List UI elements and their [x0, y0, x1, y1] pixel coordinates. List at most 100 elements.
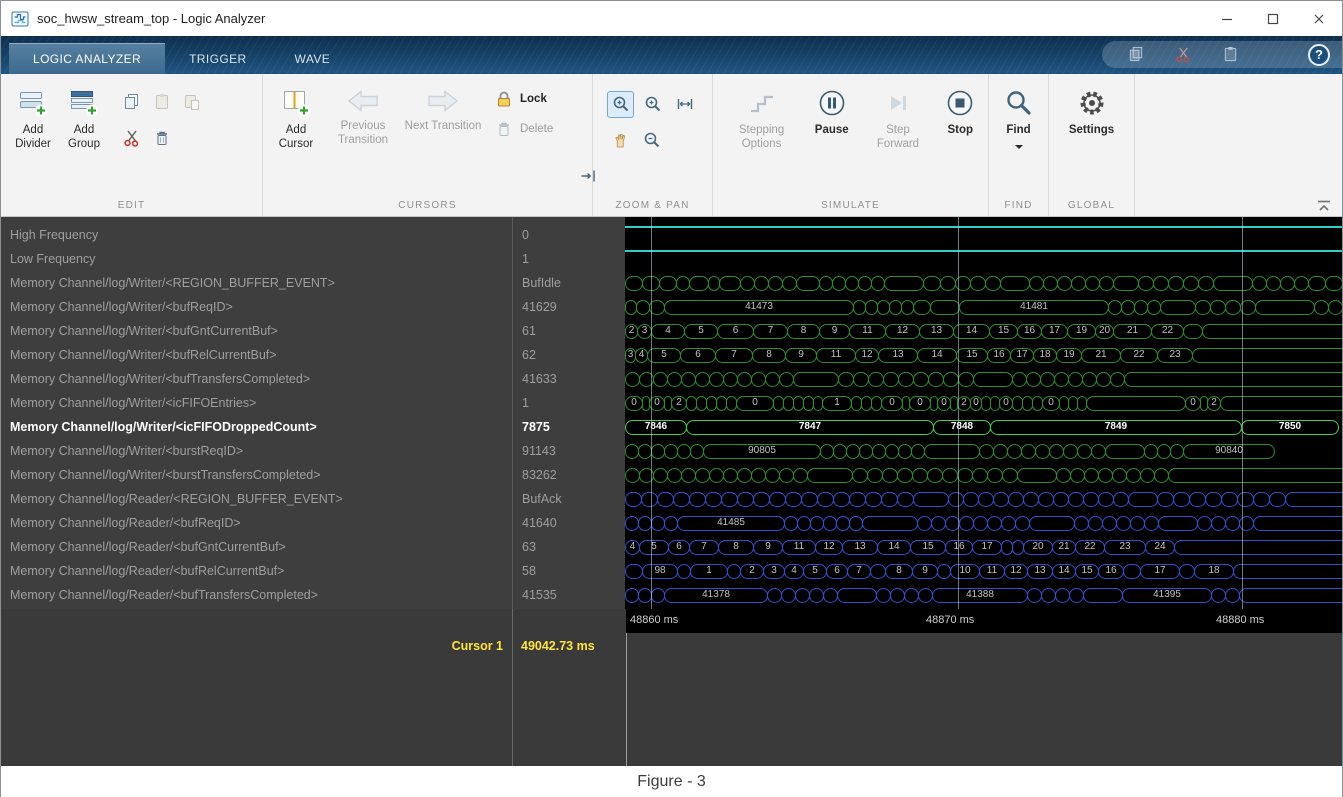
add-group-label: Add Group: [59, 124, 109, 152]
wave-row: 4147341481: [625, 295, 1342, 319]
tab-trigger[interactable]: TRIGGER: [165, 43, 270, 74]
cut-button[interactable]: [123, 129, 141, 147]
signal-name[interactable]: Low Frequency: [1, 247, 512, 271]
find-button[interactable]: Find: [996, 84, 1042, 153]
pause-button[interactable]: Pause: [806, 84, 857, 138]
bus-segment: [737, 372, 752, 387]
minimize-button[interactable]: [1204, 1, 1250, 36]
paste-icon[interactable]: [1222, 46, 1239, 63]
tab-logic-analyzer[interactable]: LOGIC ANALYZER: [9, 43, 165, 74]
signal-value: BufIdle: [513, 271, 625, 295]
bus-segment: [1233, 564, 1342, 579]
signal-name[interactable]: Memory Channel/log/Writer/<bufRelCurrent…: [1, 343, 512, 367]
waveform-plot[interactable]: 4147341481234567891112131415161719202122…: [625, 217, 1342, 609]
bus-segment: 8: [885, 564, 913, 579]
signal-value: BufAck: [513, 487, 625, 511]
maximize-button[interactable]: [1250, 1, 1296, 36]
bus-segment: 7: [689, 540, 719, 555]
zoom-in-button[interactable]: [639, 91, 666, 118]
bus-segment: [1255, 300, 1315, 315]
cursor-name[interactable]: Cursor 1: [1, 639, 503, 653]
bus-segment: [1102, 516, 1117, 531]
fit-to-view-button[interactable]: [671, 91, 698, 118]
section-zoom-pan: ZOOM & PAN: [593, 74, 713, 216]
lock-button[interactable]: Lock: [495, 90, 553, 108]
signal-name[interactable]: Memory Channel/log/Reader/<bufRelCurrent…: [1, 559, 512, 583]
signal-name[interactable]: Memory Channel/log/Writer/<bufGntCurrent…: [1, 319, 512, 343]
tab-wave[interactable]: WAVE: [271, 43, 355, 74]
signal-name[interactable]: Memory Channel/log/Writer/<burstTransfer…: [1, 463, 512, 487]
bus-segment: [1252, 276, 1267, 291]
bus-segment: [657, 492, 674, 507]
settings-icon: [1077, 88, 1107, 118]
bus-segment: [795, 588, 810, 603]
zoom-out-button[interactable]: [638, 127, 665, 154]
close-button[interactable]: [1296, 1, 1342, 36]
add-cursor-button[interactable]: Add Cursor: [269, 84, 323, 152]
bus-segment: [1071, 276, 1086, 291]
bus-segment: [876, 588, 891, 603]
bus-segment: [1160, 300, 1196, 315]
add-group-icon: [69, 88, 99, 118]
cut-icon[interactable]: [1175, 46, 1192, 63]
add-divider-button[interactable]: Add Divider: [7, 84, 59, 152]
bus-segment: 15: [989, 324, 1018, 339]
window-title: soc_hwsw_stream_top - Logic Analyzer: [37, 11, 265, 26]
bus-segment: [689, 276, 709, 291]
wave-row: 9080590840: [625, 439, 1342, 463]
bus-segment: [1001, 516, 1016, 531]
time-axis: 48860 ms48870 ms48880 ms: [626, 609, 1342, 633]
signal-name[interactable]: High Frequency: [1, 223, 512, 247]
pan-button[interactable]: [607, 127, 634, 154]
settings-button[interactable]: Settings: [1062, 84, 1122, 138]
signal-name[interactable]: Memory Channel/log/Writer/<REGION_BUFFER…: [1, 271, 512, 295]
bus-segment: 4: [651, 324, 685, 339]
signal-value: 7875: [513, 415, 625, 439]
bus-segment: [1153, 276, 1169, 291]
zoom-end-button[interactable]: [574, 163, 601, 190]
copy-icon[interactable]: [1128, 46, 1145, 63]
section-global: Settings GLOBAL: [1049, 74, 1135, 216]
bus-segment: [1121, 300, 1135, 315]
time-gridline: [1242, 217, 1243, 609]
add-group-button[interactable]: Add Group: [59, 84, 109, 152]
bus-segment: [940, 276, 956, 291]
section-find: Find FIND: [989, 74, 1049, 216]
bus-segment: [1266, 276, 1281, 291]
bus-segment: [1083, 588, 1123, 603]
bus-segment: [709, 468, 724, 483]
bus-segment: 3: [763, 564, 785, 579]
signal-name[interactable]: Memory Channel/log/Writer/<icFIFODropped…: [1, 415, 512, 439]
bus-segment: [923, 276, 941, 291]
bus-segment: [1269, 492, 1286, 507]
signal-name[interactable]: Memory Channel/log/Reader/<REGION_BUFFER…: [1, 487, 512, 511]
signal-name[interactable]: Memory Channel/log/Writer/<icFIFOEntries…: [1, 391, 512, 415]
bus-segment: [985, 276, 1001, 291]
help-button[interactable]: ?: [1308, 44, 1330, 66]
bus-segment: 90805: [703, 444, 821, 459]
bus-segment: [651, 444, 665, 459]
signal-name[interactable]: Memory Channel/log/Writer/<bufReqID>: [1, 295, 512, 319]
signal-name[interactable]: Memory Channel/log/Reader/<bufReqID>: [1, 511, 512, 535]
signal-name[interactable]: Memory Channel/log/Reader/<bufGntCurrent…: [1, 535, 512, 559]
bus-segment: [1130, 516, 1145, 531]
bus-segment: [1077, 444, 1092, 459]
bus-segment: 6: [668, 540, 690, 555]
bus-segment: [1140, 468, 1155, 483]
add-divider-icon: [18, 88, 48, 118]
delete-signal-button[interactable]: [153, 129, 171, 147]
bus-segment: [993, 492, 1009, 507]
stop-button[interactable]: Stop: [939, 84, 982, 138]
copy-button[interactable]: [123, 93, 141, 111]
time-tick-label: 48860 ms: [630, 614, 678, 626]
lock-icon: [495, 90, 513, 108]
section-simulate: Stepping Options Pause Step Forward Stop…: [713, 74, 989, 216]
signal-name[interactable]: Memory Channel/log/Writer/<bufTransfersC…: [1, 367, 512, 391]
wave-row: [625, 463, 1342, 487]
signal-name[interactable]: Memory Channel/log/Writer/<burstReqID>: [1, 439, 512, 463]
bus-segment: 15: [956, 348, 988, 363]
signal-name[interactable]: Memory Channel/log/Reader/<bufTransfersC…: [1, 583, 512, 607]
zoom-in-time-button[interactable]: [607, 91, 634, 118]
cursor-time-value: 49042.73 ms: [521, 639, 595, 653]
collapse-ribbon-button[interactable]: [1316, 200, 1332, 212]
